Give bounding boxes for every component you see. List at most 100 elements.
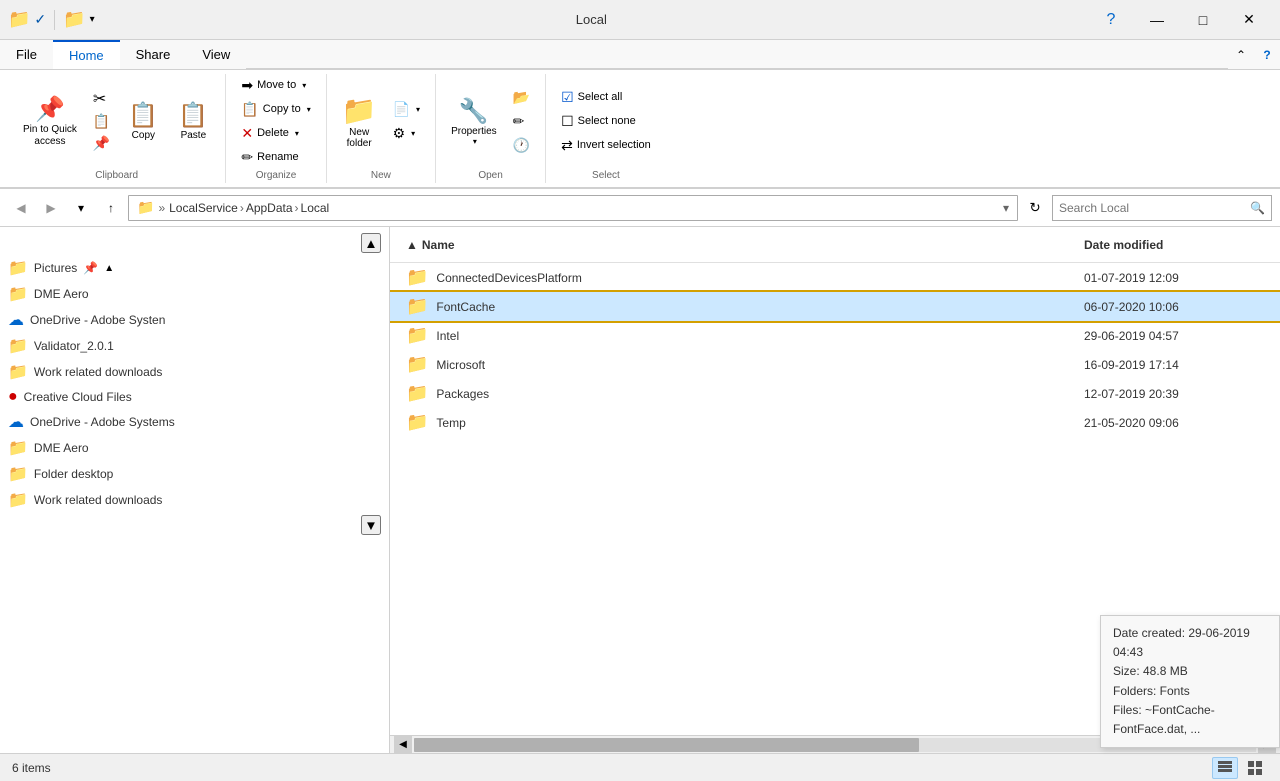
path-folder-icon: 📁 bbox=[137, 199, 154, 216]
paste-button[interactable]: 📋 Paste bbox=[169, 89, 217, 153]
select-none-button[interactable]: ☐ Select none bbox=[554, 110, 658, 132]
pin-icon: 📌 bbox=[35, 95, 65, 124]
title-bar-icons: 📁 ✓ 📁 ▾ bbox=[8, 9, 95, 30]
properties-button[interactable]: 🔧 Properties ▾ bbox=[444, 89, 504, 153]
help-ribbon-btn[interactable]: ? bbox=[1254, 42, 1280, 68]
sidebar-item-onedrive-adobe[interactable]: ☁ OneDrive - Adobe Systen bbox=[0, 307, 389, 333]
organize-group-items: ➡ Move to ▾ 📋 Copy to ▾ ✕ Delete ▾ bbox=[234, 74, 317, 168]
invert-selection-label: Invert selection bbox=[577, 139, 651, 151]
up-button[interactable]: ↑ bbox=[98, 195, 124, 221]
tab-home[interactable]: Home bbox=[53, 40, 120, 69]
file-row-microsoft[interactable]: 📁 Microsoft 16-09-2019 17:14 bbox=[390, 350, 1280, 379]
minimize-button[interactable]: — bbox=[1134, 5, 1180, 35]
sidebar-item-dme-aero[interactable]: 📁 DME Aero bbox=[0, 281, 389, 307]
search-input[interactable] bbox=[1059, 201, 1250, 215]
sidebar-item-label-onedrive2: OneDrive - Adobe Systems bbox=[30, 415, 175, 429]
sidebar-item-label-work: Work related downloads bbox=[34, 365, 163, 379]
sidebar-item-dme-aero2[interactable]: 📁 DME Aero bbox=[0, 435, 389, 461]
file-icon-fontcache: 📁 bbox=[406, 296, 428, 317]
file-row-intel[interactable]: 📁 Intel 29-06-2019 04:57 bbox=[390, 321, 1280, 350]
sidebar-item-folder-desktop[interactable]: 📁 Folder desktop bbox=[0, 461, 389, 487]
sort-name-header[interactable]: ▲ Name bbox=[406, 238, 1084, 252]
open-group: 🔧 Properties ▾ 📂 ✏ 🕐 Open bbox=[436, 74, 546, 183]
path-arrow: » bbox=[158, 201, 165, 215]
rename-button[interactable]: ✏ Rename bbox=[234, 146, 317, 168]
select-group-items: ☑ Select all ☐ Select none ⇄ Invert sele… bbox=[554, 74, 658, 168]
move-to-button[interactable]: ➡ Move to ▾ bbox=[234, 74, 317, 96]
window-title: Local bbox=[95, 12, 1088, 27]
main-area: ▲ 📁 Pictures 📌 ▲ 📁 DME Aero ☁ OneDrive -… bbox=[0, 227, 1280, 753]
copy-to-button[interactable]: 📋 Copy to ▾ bbox=[234, 98, 317, 120]
clipboard-group-items: 📌 Pin to Quick access ✂ 📋 📌 bbox=[16, 74, 217, 168]
file-row-fontcache[interactable]: 📁 FontCache 06-07-2020 10:06 bbox=[390, 292, 1280, 321]
sidebar-item-validator[interactable]: 📁 Validator_2.0.1 bbox=[0, 333, 389, 359]
copy-path-button[interactable]: 📋 bbox=[86, 110, 117, 132]
sidebar-item-creative-cloud[interactable]: ● Creative Cloud Files bbox=[0, 385, 389, 409]
sidebar-item-label-work2: Work related downloads bbox=[34, 493, 163, 507]
paste-shortcut-button[interactable]: 📌 bbox=[86, 132, 117, 154]
copy-button[interactable]: 📋 Copy bbox=[119, 89, 167, 153]
refresh-button[interactable]: ↻ bbox=[1022, 195, 1048, 221]
tab-view[interactable]: View bbox=[186, 40, 246, 69]
path-part-2: AppData bbox=[246, 201, 293, 215]
new-group: 📁 New folder 📄 ▾ ⚙ ▾ New bbox=[327, 74, 436, 183]
sidebar-item-icon-work2: 📁 bbox=[8, 490, 28, 510]
copy-to-icon: 📋 bbox=[241, 101, 258, 118]
search-icon[interactable]: 🔍 bbox=[1250, 201, 1265, 215]
select-all-button[interactable]: ☑ Select all bbox=[554, 86, 658, 108]
sidebar-item-label-cc: Creative Cloud Files bbox=[24, 390, 132, 404]
open-button[interactable]: 📂 bbox=[506, 86, 537, 108]
easy-access-button[interactable]: ⚙ ▾ bbox=[386, 122, 427, 144]
delete-icon: ✕ bbox=[241, 125, 253, 142]
sidebar-item-pictures[interactable]: 📁 Pictures 📌 ▲ bbox=[0, 255, 389, 281]
properties-icon: 🔧 bbox=[459, 97, 489, 126]
file-row-temp[interactable]: 📁 Temp 21-05-2020 09:06 bbox=[390, 408, 1280, 437]
select-group: ☑ Select all ☐ Select none ⇄ Invert sele… bbox=[546, 74, 666, 183]
back-button[interactable]: ◀ bbox=[8, 195, 34, 221]
file-icon-intel: 📁 bbox=[406, 325, 428, 346]
pin-to-quick-access-button[interactable]: 📌 Pin to Quick access bbox=[16, 89, 84, 153]
address-path[interactable]: 📁 » LocalService › AppData › Local ▾ bbox=[128, 195, 1018, 221]
hscroll-left-btn[interactable]: ◀ bbox=[394, 736, 412, 754]
sidebar-item-scroll-up[interactable]: ▲ bbox=[104, 263, 114, 274]
details-view-btn[interactable] bbox=[1212, 757, 1238, 779]
sidebar-scroll-up-btn[interactable]: ▲ bbox=[361, 233, 381, 253]
ribbon-collapse-btn[interactable]: ⌃ bbox=[1228, 42, 1254, 68]
sidebar-pin-icon: 📌 bbox=[83, 261, 98, 275]
file-date-connected: 01-07-2019 12:09 bbox=[1084, 271, 1264, 285]
sidebar-item-onedrive-adobe-systems[interactable]: ☁ OneDrive - Adobe Systems bbox=[0, 409, 389, 435]
sidebar-item-work-downloads2[interactable]: 📁 Work related downloads bbox=[0, 487, 389, 513]
edit-button[interactable]: ✏ bbox=[506, 110, 537, 132]
new-item-button[interactable]: 📄 ▾ bbox=[386, 98, 427, 120]
easy-access-dropdown: ▾ bbox=[411, 129, 415, 138]
new-label: New bbox=[371, 170, 391, 183]
title-bar: 📁 ✓ 📁 ▾ Local ? — □ ✕ bbox=[0, 0, 1280, 40]
tooltip-size: Size: 48.8 MB bbox=[1113, 662, 1267, 681]
history-button[interactable]: 🕐 bbox=[506, 134, 537, 156]
cut-button[interactable]: ✂ bbox=[86, 88, 117, 110]
easy-access-icon: ⚙ bbox=[393, 125, 406, 142]
sidebar-scroll-down-btn[interactable]: ▼ bbox=[361, 515, 381, 535]
close-button[interactable]: ✕ bbox=[1226, 5, 1272, 35]
sidebar-item-icon-cc: ● bbox=[8, 388, 18, 406]
sort-date-header[interactable]: Date modified bbox=[1084, 238, 1264, 252]
recent-locations-button[interactable]: ▾ bbox=[68, 195, 94, 221]
select-all-icon: ☑ bbox=[561, 89, 574, 106]
path-dropdown-btn[interactable]: ▾ bbox=[1003, 201, 1009, 215]
file-row-packages[interactable]: 📁 Packages 12-07-2019 20:39 bbox=[390, 379, 1280, 408]
tab-file[interactable]: File bbox=[0, 40, 53, 69]
maximize-button[interactable]: □ bbox=[1180, 5, 1226, 35]
large-icons-view-icon bbox=[1248, 761, 1262, 775]
file-row-connected-devices[interactable]: 📁 ConnectedDevicesPlatform 01-07-2019 12… bbox=[390, 263, 1280, 292]
new-folder-icon: 📁 bbox=[342, 94, 377, 127]
tab-share[interactable]: Share bbox=[120, 40, 187, 69]
sidebar-item-work-downloads[interactable]: 📁 Work related downloads bbox=[0, 359, 389, 385]
new-item-dropdown: ▾ bbox=[416, 105, 420, 114]
delete-button[interactable]: ✕ Delete ▾ bbox=[234, 122, 317, 144]
help-button[interactable]: ? bbox=[1088, 5, 1134, 35]
large-icons-view-btn[interactable] bbox=[1242, 757, 1268, 779]
forward-button[interactable]: ▶ bbox=[38, 195, 64, 221]
invert-selection-button[interactable]: ⇄ Invert selection bbox=[554, 134, 658, 156]
new-folder-button[interactable]: 📁 New folder bbox=[335, 89, 384, 153]
move-to-label: Move to bbox=[257, 79, 296, 91]
